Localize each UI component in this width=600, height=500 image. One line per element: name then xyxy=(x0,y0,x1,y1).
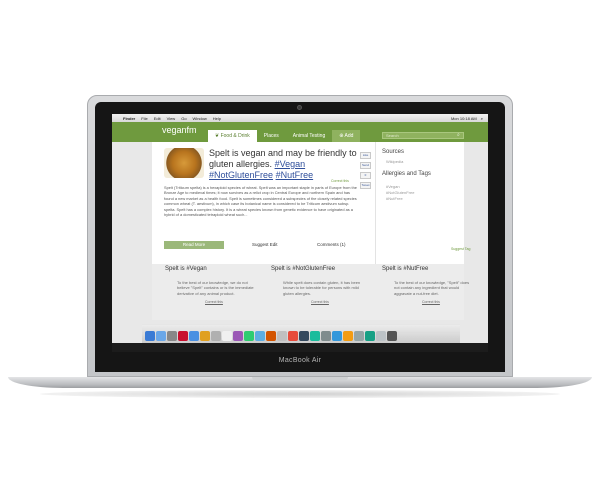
clock[interactable]: Mon 10:18 AM xyxy=(451,116,477,121)
post-body: Spelt (Triticum spelta) is a hexaploid s… xyxy=(164,185,357,218)
dock-app-icon[interactable] xyxy=(189,331,199,341)
dock-app-icon[interactable] xyxy=(376,331,386,341)
dock-app-icon[interactable] xyxy=(145,331,155,341)
post-actions: Read More Suggest Edit Comments (1) xyxy=(164,241,364,249)
menu-go[interactable]: Go xyxy=(178,116,189,121)
dock-app-icon[interactable] xyxy=(343,331,353,341)
product-shot: Finder File Edit View Go Window Help Mon… xyxy=(0,0,600,500)
post-title: Spelt is vegan and may be friendly to gl… xyxy=(209,148,359,181)
sources-heading: Sources xyxy=(382,149,405,155)
search-icon[interactable]: ⌕ xyxy=(457,132,460,138)
dock-app-icon[interactable] xyxy=(310,331,320,341)
mac-dock xyxy=(142,324,460,343)
laptop-shadow xyxy=(40,390,560,398)
desktop-bottom xyxy=(112,343,488,352)
mac-menubar: Finder File Edit View Go Window Help Mon… xyxy=(112,114,488,122)
nav-add[interactable]: ⊕ Add xyxy=(332,130,361,142)
dock-app-icon[interactable] xyxy=(321,331,331,341)
dock-app-icon[interactable] xyxy=(156,331,166,341)
like-button[interactable]: Like xyxy=(360,152,371,159)
comments-link[interactable]: Comments (1) xyxy=(317,241,346,249)
share-count: 0 xyxy=(360,172,371,179)
laptop-screen: Finder File Edit View Go Window Help Mon… xyxy=(112,114,488,352)
menu-help[interactable]: Help xyxy=(210,116,224,121)
dock-app-icon[interactable] xyxy=(266,331,276,341)
menubar-status: Mon 10:18 AM ⌕ xyxy=(451,116,488,121)
card-title: Spelt is #NutFree xyxy=(382,266,429,272)
site-nav: ❦ Food & Drink Places Animal Testing ⊕ A… xyxy=(208,130,361,142)
correct-this-link[interactable]: Correct this xyxy=(331,179,349,183)
share-buttons: Like Send 0 Tweet xyxy=(360,152,371,192)
suggest-edit-link[interactable]: Suggest Edit xyxy=(252,241,278,249)
card-body: To the best of our knowledge, "Spelt" do… xyxy=(394,280,470,296)
dock-app-icon[interactable] xyxy=(244,331,254,341)
card-nutfree: Spelt is #NutFree To the best of our kno… xyxy=(382,266,482,304)
dock-app-icon[interactable] xyxy=(222,331,232,341)
dock-app-icon[interactable] xyxy=(255,331,265,341)
tweet-button[interactable]: Tweet xyxy=(360,182,371,189)
title-tag-vegan[interactable]: #Vegan xyxy=(275,159,306,169)
sidebar-tag-nutfree[interactable]: #NutFree xyxy=(386,196,414,202)
card-body: While spelt does contain gluten, it has … xyxy=(283,280,361,296)
card-title: Spelt is #Vegan xyxy=(165,266,207,272)
dock-app-icon[interactable] xyxy=(288,331,298,341)
suggest-tag-link[interactable]: Suggest Tag xyxy=(451,247,470,251)
menu-finder[interactable]: Finder xyxy=(120,116,138,121)
card-notglutenfree: Spelt is #NotGlutenFree While spelt does… xyxy=(271,266,371,304)
menu-window[interactable]: Window xyxy=(190,116,210,121)
dock-app-icon[interactable] xyxy=(354,331,364,341)
dock-app-icon[interactable] xyxy=(277,331,287,341)
nav-food-drink-label: Food & Drink xyxy=(220,133,250,139)
source-wikipedia[interactable]: Wikipedia xyxy=(386,159,403,164)
dock-app-icon[interactable] xyxy=(332,331,342,341)
nav-add-label: Add xyxy=(344,133,354,139)
nav-places[interactable]: Places xyxy=(257,130,286,142)
menu-file[interactable]: File xyxy=(138,116,150,121)
nav-animal-testing[interactable]: Animal Testing xyxy=(286,130,332,142)
dock-app-icon[interactable] xyxy=(299,331,309,341)
site-logo[interactable]: veganfm xyxy=(162,125,197,135)
menu-edit[interactable]: Edit xyxy=(151,116,164,121)
send-button[interactable]: Send xyxy=(360,162,371,169)
dock-app-icon[interactable] xyxy=(365,331,375,341)
allergies-heading: Allergies and Tags xyxy=(382,171,431,177)
card-correct-link[interactable]: Correct this xyxy=(311,300,371,304)
laptop-notch xyxy=(252,377,348,381)
card-correct-link[interactable]: Correct this xyxy=(205,300,265,304)
sidebar-divider xyxy=(375,142,376,264)
camera-icon xyxy=(297,105,302,110)
card-body: To the best of our knowledge, we do not … xyxy=(177,280,254,296)
read-more-button[interactable]: Read More xyxy=(164,241,224,249)
dock-app-icon[interactable] xyxy=(211,331,221,341)
menu-view[interactable]: View xyxy=(164,116,179,121)
card-title: Spelt is #NotGlutenFree xyxy=(271,266,336,272)
card-vegan: Spelt is #Vegan To the best of our knowl… xyxy=(165,266,265,304)
sidebar-tags: #Vegan #NotGlutenFree #NutFree xyxy=(386,184,414,202)
dock-app-icon[interactable] xyxy=(200,331,210,341)
dock-app-icon[interactable] xyxy=(178,331,188,341)
dock-app-icon[interactable] xyxy=(387,331,397,341)
food-image xyxy=(164,148,204,178)
search-input[interactable]: Search xyxy=(382,132,464,139)
title-tag-nutfree[interactable]: #NutFree xyxy=(276,170,314,180)
nav-food-drink[interactable]: ❦ Food & Drink xyxy=(208,130,257,142)
title-tag-notglutenfree[interactable]: #NotGlutenFree xyxy=(209,170,273,180)
dock-app-icon[interactable] xyxy=(233,331,243,341)
dock-app-icon[interactable] xyxy=(167,331,177,341)
card-correct-link[interactable]: Correct this xyxy=(422,300,482,304)
device-brand-label: MacBook Air xyxy=(278,357,322,364)
search-spotlight-icon[interactable]: ⌕ xyxy=(481,116,483,121)
